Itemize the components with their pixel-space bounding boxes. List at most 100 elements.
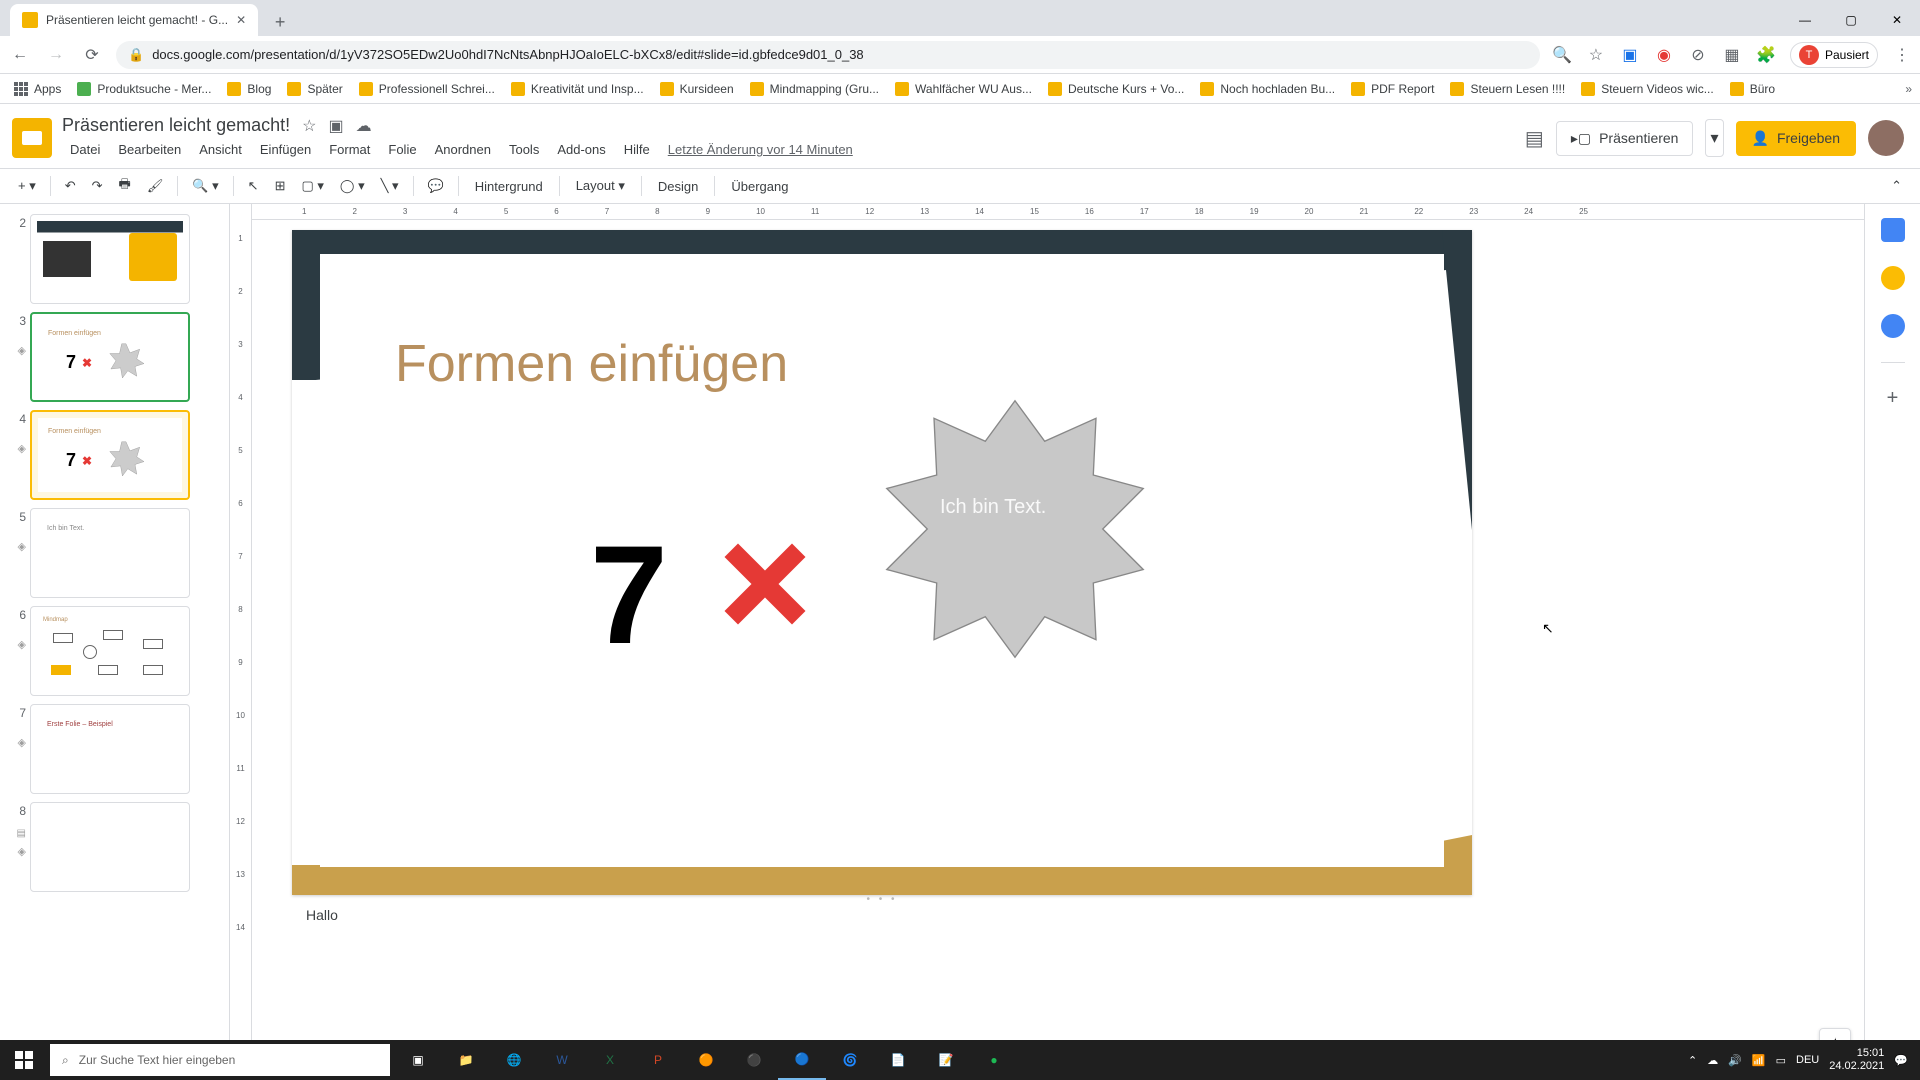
powerpoint-icon[interactable]: P: [634, 1040, 682, 1080]
image-tool[interactable]: ▢ ▾: [295, 174, 329, 198]
maximize-button[interactable]: ▢: [1828, 4, 1874, 36]
extension-icon[interactable]: ▣: [1620, 45, 1640, 65]
bookmark-item[interactable]: PDF Report: [1345, 78, 1440, 100]
menu-addons[interactable]: Add-ons: [549, 138, 613, 161]
slide-big-number[interactable]: 7: [590, 514, 668, 676]
slide-thumbnail[interactable]: Mindmap: [30, 606, 190, 696]
bookmark-item[interactable]: Produktsuche - Mer...: [71, 78, 217, 100]
slide-thumbnail-selected[interactable]: Formen einfügen 7 ✖: [30, 410, 190, 500]
slide-canvas[interactable]: Formen einfügen 7 Ich bin Text. • • • Ha…: [252, 220, 1864, 1040]
add-addon-button[interactable]: +: [1887, 387, 1899, 410]
tab-close-icon[interactable]: ✕: [236, 13, 246, 27]
excel-icon[interactable]: X: [586, 1040, 634, 1080]
bookmark-item[interactable]: Noch hochladen Bu...: [1194, 78, 1341, 100]
app-icon-3[interactable]: 📄: [874, 1040, 922, 1080]
bookmark-item[interactable]: Mindmapping (Gru...: [744, 78, 885, 100]
calendar-icon[interactable]: [1881, 218, 1905, 242]
file-explorer-icon[interactable]: 📁: [442, 1040, 490, 1080]
shape-text[interactable]: Ich bin Text.: [940, 496, 1046, 519]
spotify-icon[interactable]: ●: [970, 1040, 1018, 1080]
bookmark-item[interactable]: Blog: [221, 78, 277, 100]
new-tab-button[interactable]: +: [266, 8, 294, 36]
language-indicator[interactable]: DEU: [1796, 1054, 1819, 1066]
app-icon-2[interactable]: 🟠: [682, 1040, 730, 1080]
onedrive-icon[interactable]: ☁: [1707, 1054, 1718, 1067]
word-icon[interactable]: W: [538, 1040, 586, 1080]
extensions-puzzle-icon[interactable]: 🧩: [1756, 45, 1776, 65]
wifi-icon[interactable]: 📶: [1752, 1054, 1766, 1067]
taskbar-search[interactable]: ⌕ Zur Suche Text hier eingeben: [50, 1044, 390, 1076]
slide-thumbnail[interactable]: Erste Folie – Beispiel: [30, 704, 190, 794]
slide-thumbnail[interactable]: [30, 214, 190, 304]
design-button[interactable]: Design: [650, 175, 706, 198]
edge-icon[interactable]: 🌀: [826, 1040, 874, 1080]
document-title[interactable]: Präsentieren leicht gemacht!: [62, 115, 290, 136]
notepad-icon[interactable]: 📝: [922, 1040, 970, 1080]
tray-expand-icon[interactable]: ⌃: [1688, 1054, 1697, 1067]
keep-icon[interactable]: [1881, 266, 1905, 290]
app-icon[interactable]: 🌐: [490, 1040, 538, 1080]
apps-button[interactable]: Apps: [8, 78, 67, 100]
comments-icon[interactable]: ▤: [1525, 126, 1544, 151]
browser-menu-icon[interactable]: ⋮: [1892, 45, 1912, 65]
red-cross-shape[interactable]: [720, 539, 810, 629]
start-button[interactable]: [0, 1040, 48, 1080]
transition-button[interactable]: Übergang: [723, 175, 796, 198]
slide-thumbnail[interactable]: [30, 802, 190, 892]
present-button[interactable]: ▸▢ Präsentieren: [1556, 121, 1694, 156]
star-burst-shape[interactable]: [880, 394, 1150, 664]
paint-format-button[interactable]: 🖌: [141, 174, 170, 198]
menu-arrange[interactable]: Anordnen: [427, 138, 499, 161]
last-edit-link[interactable]: Letzte Änderung vor 14 Minuten: [660, 138, 861, 161]
extension-icon-3[interactable]: ⊘: [1688, 45, 1708, 65]
bookmark-item[interactable]: Steuern Lesen !!!!: [1444, 78, 1571, 100]
bookmark-item[interactable]: Professionell Schrei...: [353, 78, 501, 100]
slides-logo-icon[interactable]: [12, 118, 52, 158]
comment-button[interactable]: 💬: [422, 174, 450, 198]
line-tool[interactable]: ╲ ▾: [375, 174, 405, 198]
extension-icon-2[interactable]: ◉: [1654, 45, 1674, 65]
forward-button[interactable]: →: [44, 43, 68, 67]
browser-tab[interactable]: Präsentieren leicht gemacht! - G... ✕: [10, 4, 258, 36]
menu-insert[interactable]: Einfügen: [252, 138, 319, 161]
profile-button[interactable]: T Pausiert: [1790, 42, 1878, 68]
menu-format[interactable]: Format: [321, 138, 378, 161]
menu-edit[interactable]: Bearbeiten: [110, 138, 189, 161]
redo-button[interactable]: ↷: [86, 174, 109, 198]
extension-icon-4[interactable]: ▦: [1722, 45, 1742, 65]
menu-view[interactable]: Ansicht: [191, 138, 250, 161]
clock[interactable]: 15:01 24.02.2021: [1829, 1047, 1884, 1073]
filmstrip[interactable]: 2 3 ◈ Formen einfügen 7 ✖ 4 ◈: [0, 204, 230, 1040]
select-tool[interactable]: ↖: [242, 174, 265, 198]
zoom-button[interactable]: 🔍 ▾: [186, 174, 224, 198]
task-view-button[interactable]: ▣: [394, 1040, 442, 1080]
notifications-icon[interactable]: 💬: [1894, 1054, 1908, 1067]
layout-button[interactable]: Layout ▾: [568, 174, 633, 198]
bookmark-item[interactable]: Später: [281, 78, 348, 100]
bookmark-item[interactable]: Wahlfächer WU Aus...: [889, 78, 1038, 100]
bookmarks-overflow-icon[interactable]: »: [1905, 82, 1912, 96]
new-slide-button[interactable]: + ▾: [12, 174, 42, 198]
slide-thumbnail[interactable]: Ich bin Text.: [30, 508, 190, 598]
back-button[interactable]: ←: [8, 43, 32, 67]
share-button[interactable]: 👤 Freigeben: [1736, 121, 1856, 156]
bookmark-item[interactable]: Kursideen: [654, 78, 740, 100]
bookmark-item[interactable]: Büro: [1724, 78, 1781, 100]
tasks-icon[interactable]: [1881, 314, 1905, 338]
slide-thumbnail[interactable]: Formen einfügen 7 ✖: [30, 312, 190, 402]
undo-button[interactable]: ↶: [59, 174, 82, 198]
cloud-saved-icon[interactable]: ☁: [356, 116, 372, 136]
bookmark-item[interactable]: Kreativität und Insp...: [505, 78, 650, 100]
chrome-icon[interactable]: 🔵: [778, 1040, 826, 1080]
menu-file[interactable]: Datei: [62, 138, 108, 161]
minimize-button[interactable]: —: [1782, 4, 1828, 36]
collapse-toolbar-button[interactable]: ⌃: [1885, 174, 1908, 198]
print-button[interactable]: 🖶: [113, 171, 137, 201]
slide[interactable]: Formen einfügen 7 Ich bin Text.: [292, 230, 1472, 895]
volume-icon[interactable]: 🔊: [1728, 1054, 1742, 1067]
star-icon[interactable]: ☆: [302, 116, 316, 136]
move-icon[interactable]: ▣: [328, 116, 343, 136]
bookmark-star-icon[interactable]: ☆: [1586, 45, 1606, 65]
notes-resize-handle[interactable]: • • •: [292, 895, 1472, 903]
obs-icon[interactable]: ⚫: [730, 1040, 778, 1080]
